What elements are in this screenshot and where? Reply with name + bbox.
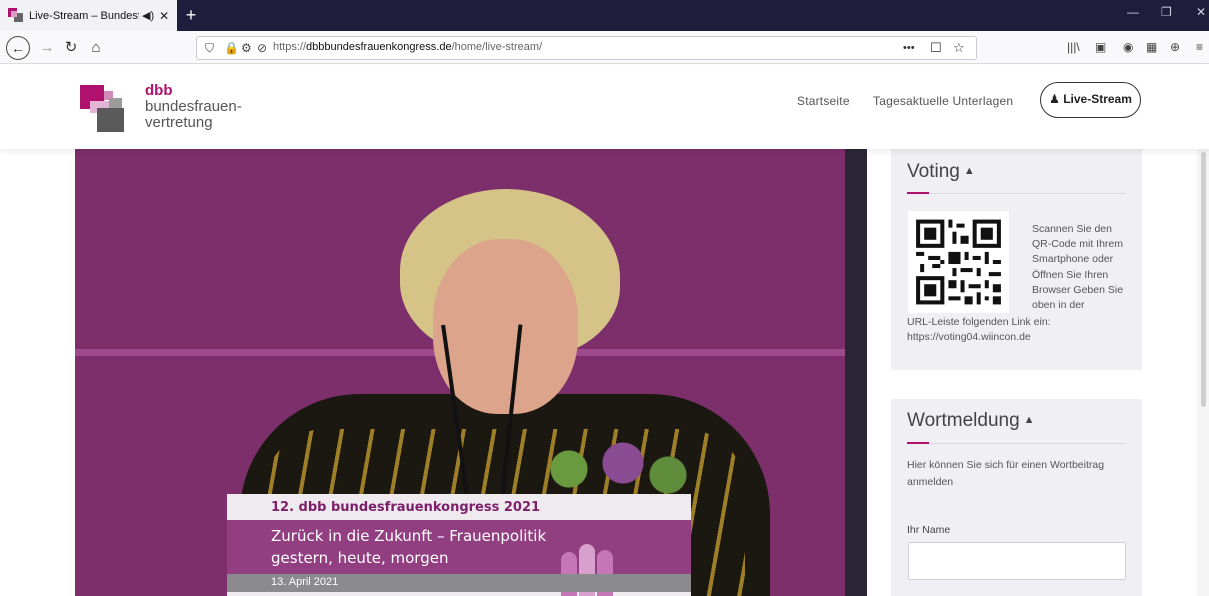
- permissions-icon[interactable]: ⚙: [241, 39, 252, 57]
- speaker-face: [433, 239, 578, 414]
- url-text[interactable]: https://dbbbundesfrauenkongress.de/home/…: [273, 41, 542, 53]
- tab-title: Live-Stream – Bundesfrauen: [29, 9, 139, 22]
- logo-dbb: dbb: [145, 82, 173, 99]
- wortmeldung-panel: Wortmeldung ▲ Hier können Sie sich für ei…: [891, 399, 1142, 596]
- voting-panel: Voting ▲ Scannen Sie den QR-Code mit Ihre…: [891, 149, 1142, 370]
- voting-heading-text: Voting: [907, 161, 960, 182]
- wortmeldung-divider: [907, 442, 1126, 444]
- name-label: Ihr Name: [907, 524, 951, 536]
- video-edge: [845, 149, 867, 596]
- browser-nav-bar: ← → ↻ ⌂ ⛉ 🔒 ⚙ ⊘ https://dbbbundesfrauenk…: [0, 31, 1209, 64]
- browser-tab-active[interactable]: Live-Stream – Bundesfrauen ◀) ✕: [0, 0, 177, 31]
- banner-date: 13. April 2021: [271, 576, 339, 588]
- lectern-banner: 12. dbb bundesfrauenkongress 2021 Zurück…: [227, 494, 691, 596]
- logo-line2: bundesfrauen-: [145, 98, 242, 115]
- live-stream-button[interactable]: ♟ Live-Stream: [1040, 82, 1141, 118]
- reload-icon[interactable]: ↻: [62, 36, 80, 60]
- close-window-icon[interactable]: ✕: [1196, 5, 1206, 19]
- pocket-icon[interactable]: ☐: [930, 39, 942, 57]
- voting-divider: [907, 192, 1126, 194]
- autoplay-blocked-icon[interactable]: ⊘: [257, 39, 267, 57]
- lock-icon[interactable]: 🔒: [224, 39, 239, 57]
- bookmark-star-icon[interactable]: ☆: [953, 39, 965, 57]
- scrollbar-thumb[interactable]: [1201, 152, 1206, 407]
- wortmeldung-heading[interactable]: Wortmeldung ▲: [907, 410, 1035, 432]
- restore-icon[interactable]: ❐: [1161, 5, 1172, 19]
- browser-tab-bar: Live-Stream – Bundesfrauen ◀) ✕ + — ❐ ✕: [0, 0, 1209, 31]
- voting-instructions-side: Scannen Sie den QR-Code mit Ihrem Smartp…: [1032, 223, 1124, 312]
- nav-tagesaktuelle-unterlagen[interactable]: Tagesaktuelle Unterlagen: [873, 94, 1013, 108]
- voting-instructions-link: URL-Leiste folgenden Link ein: https://v…: [907, 316, 1051, 344]
- speaker-icon[interactable]: ◀): [142, 9, 154, 22]
- caret-up-icon[interactable]: ▲: [964, 165, 975, 177]
- banner-date-bar: 13. April 2021: [227, 574, 691, 592]
- back-button[interactable]: ←: [6, 36, 30, 60]
- home-icon[interactable]: ⌂: [86, 36, 106, 60]
- caret-up-icon[interactable]: ▲: [1024, 414, 1035, 426]
- wortmeldung-description: Hier können Sie sich für einen Wortbeitr…: [907, 459, 1105, 488]
- account-icon[interactable]: ◉: [1123, 40, 1133, 54]
- live-stream-label: Live-Stream: [1063, 92, 1132, 106]
- logo-icon[interactable]: [80, 85, 125, 132]
- name-input[interactable]: [908, 542, 1126, 580]
- site-header: dbb bundesfrauen- vertretung Startseite …: [0, 65, 1209, 149]
- banner-event-name: 12. dbb bundesfrauenkongress 2021: [271, 500, 541, 515]
- url-bar[interactable]: ⛉ 🔒 ⚙ ⊘ https://dbbbundesfrauenkongress.…: [196, 36, 977, 60]
- shield-icon[interactable]: ⛉: [205, 39, 214, 57]
- forward-button[interactable]: →: [38, 36, 56, 60]
- banner-title-area: Zurück in die Zukunft – Frauenpolitik ge…: [227, 520, 691, 596]
- tab-close-icon[interactable]: ✕: [159, 9, 169, 23]
- banner-title-line1: Zurück in die Zukunft – Frauenpolitik: [271, 527, 547, 545]
- menu-icon[interactable]: ≡: [1196, 40, 1203, 54]
- live-stream-video[interactable]: 12. dbb bundesfrauenkongress 2021 Zurück…: [75, 149, 867, 596]
- voting-heading[interactable]: Voting ▲: [907, 161, 975, 183]
- sidebar-icon[interactable]: ▣: [1095, 40, 1106, 54]
- minimize-icon[interactable]: —: [1127, 5, 1139, 19]
- search-icon[interactable]: ⊕: [1170, 40, 1180, 54]
- new-tab-button[interactable]: +: [180, 4, 202, 26]
- user-icon: ♟: [1049, 92, 1060, 106]
- wortmeldung-heading-text: Wortmeldung: [907, 410, 1020, 431]
- site-favicon-icon: [8, 7, 24, 24]
- extension-icon[interactable]: ▦: [1146, 40, 1157, 54]
- banner-title-line2: gestern, heute, morgen: [271, 549, 449, 567]
- page-actions-icon[interactable]: •••: [903, 39, 915, 57]
- qr-code-icon: [908, 211, 1009, 313]
- flower-bouquet: [515, 439, 695, 499]
- nav-startseite[interactable]: Startseite: [797, 94, 850, 108]
- logo-text[interactable]: dbb bundesfrauen- vertretung: [145, 83, 242, 131]
- library-icon[interactable]: |||\: [1067, 40, 1080, 54]
- logo-line3: vertretung: [145, 114, 213, 131]
